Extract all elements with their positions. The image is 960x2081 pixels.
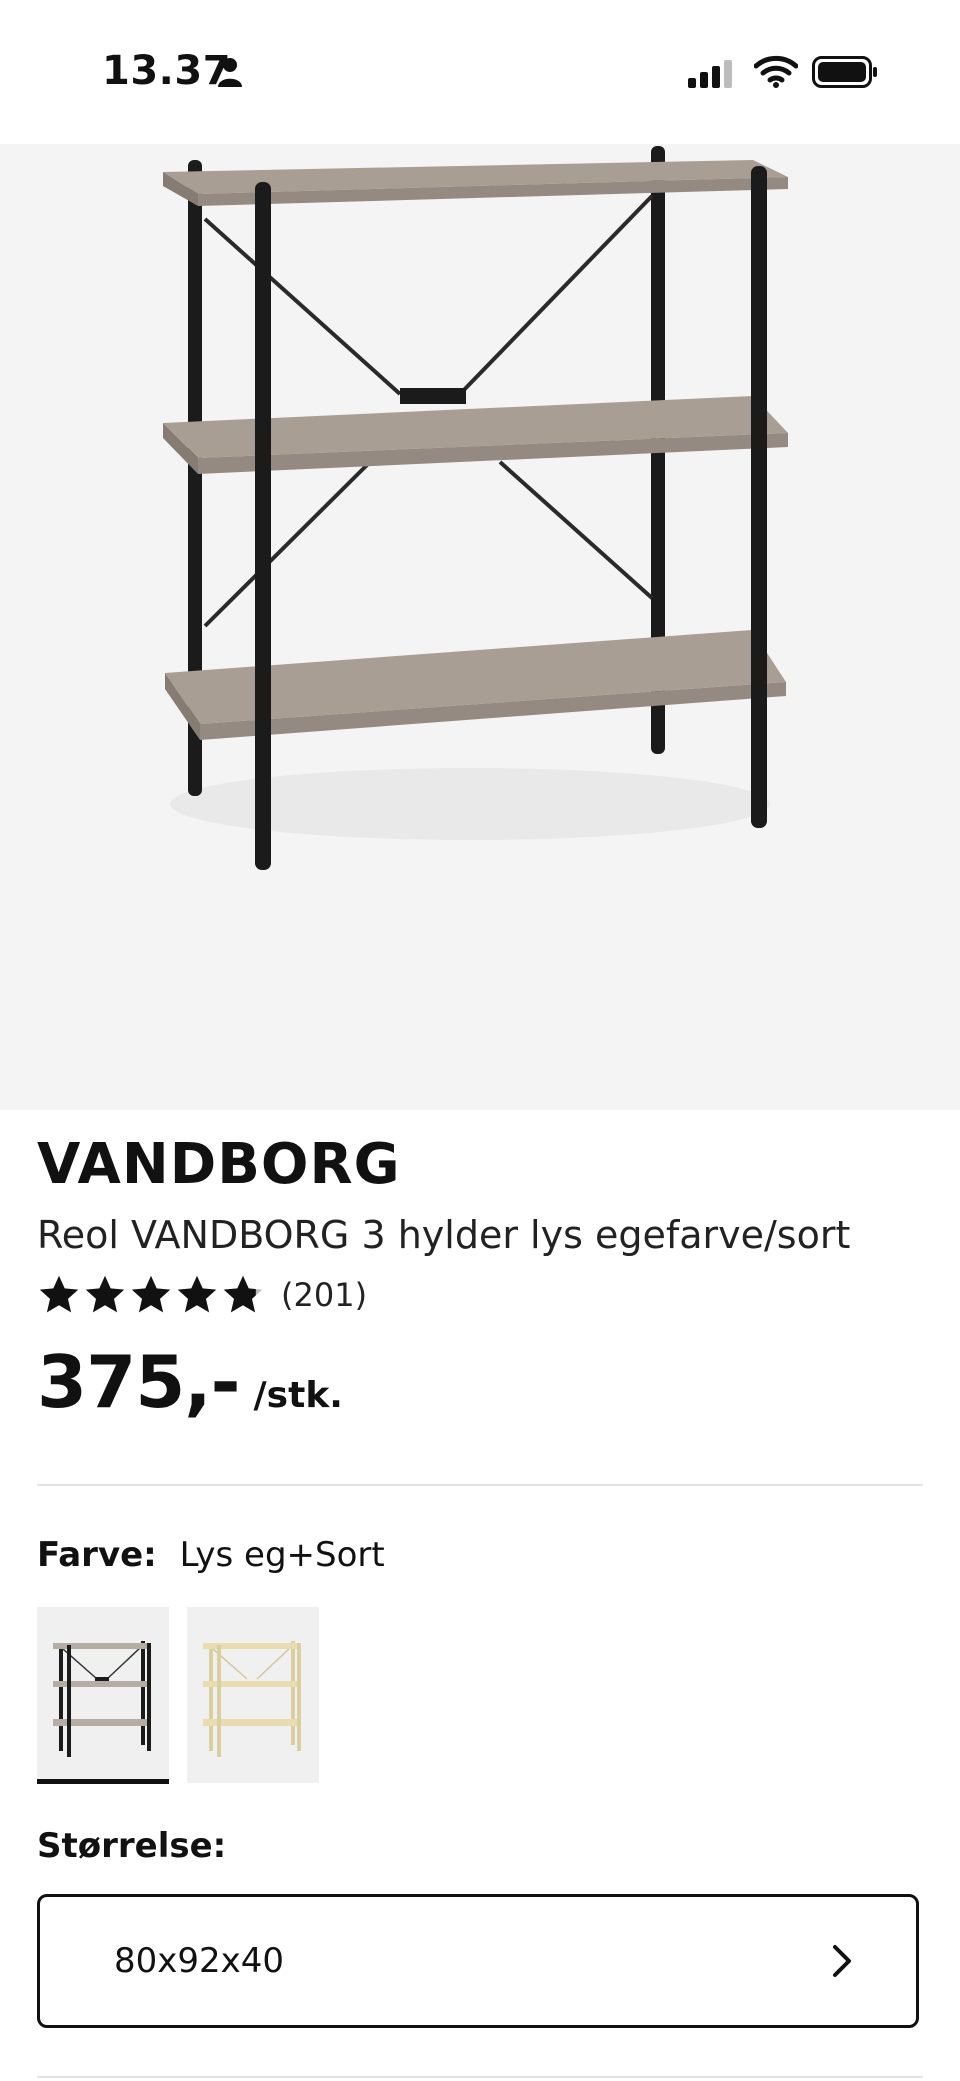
product-image[interactable]	[0, 144, 960, 1110]
divider	[37, 1484, 923, 1486]
status-bar: 13.37	[0, 0, 960, 144]
color-label: Farve:	[37, 1535, 157, 1575]
color-value: Lys eg+Sort	[179, 1535, 385, 1575]
divider-bottom	[37, 2076, 923, 2078]
swatch-shelf-dark-icon	[53, 1641, 151, 1757]
wifi-icon	[754, 55, 798, 88]
status-time: 13.37	[102, 48, 232, 94]
battery-icon	[812, 56, 877, 88]
review-count[interactable]: (201)	[281, 1276, 367, 1314]
product-name: Reol VANDBORG 3 hylder lys egefarve/sort	[37, 1213, 851, 1257]
signal-icon	[688, 60, 732, 88]
product-brand: VANDBORG	[37, 1132, 401, 1197]
swatch-shelf-light-icon	[203, 1641, 301, 1757]
size-value: 80x92x40	[114, 1941, 285, 1981]
size-label: Størrelse:	[37, 1826, 227, 1866]
chevron-right-icon	[833, 1945, 851, 1977]
shelf-illustration	[163, 146, 788, 870]
star-icon	[85, 1275, 125, 1313]
color-swatch-natur[interactable]	[187, 1607, 319, 1783]
product-info: VANDBORG Reol VANDBORG 3 hylder lys egef…	[37, 1130, 923, 1424]
color-swatch-lys-eg-sort[interactable]	[37, 1607, 169, 1783]
size-select[interactable]: 80x92x40	[37, 1894, 919, 2028]
rating[interactable]: (201)	[37, 1272, 923, 1318]
star-icon	[39, 1275, 79, 1313]
star-icon	[131, 1275, 171, 1313]
price: 375,- /stk.	[37, 1340, 923, 1424]
star-partial-icon	[223, 1275, 263, 1313]
rating-stars	[37, 1273, 267, 1317]
price-unit: /stk.	[253, 1375, 343, 1416]
color-selector-label: Farve: Lys eg+Sort	[37, 1535, 385, 1575]
selected-swatch-indicator	[37, 1779, 169, 1784]
person-icon	[218, 58, 242, 87]
star-icon	[177, 1275, 217, 1313]
price-value: 375,-	[37, 1340, 241, 1424]
